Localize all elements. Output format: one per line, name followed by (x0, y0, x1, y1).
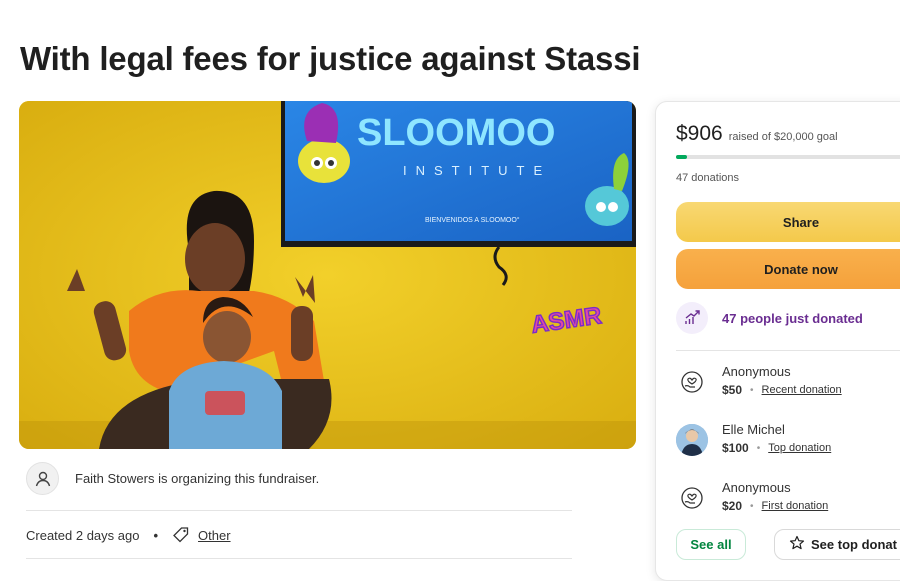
donation-badge-link[interactable]: First donation (762, 500, 829, 512)
donor-separator: • (756, 442, 761, 454)
tag-icon (172, 526, 190, 544)
donor-amount: $50 (722, 383, 743, 397)
donation-badge-link[interactable]: Recent donation (762, 384, 842, 396)
donor-item: Anonymous $50 • Recent donation (676, 364, 842, 398)
divider (676, 350, 900, 351)
see-top-donations-button[interactable]: See top donat (774, 529, 900, 560)
see-all-button[interactable]: See all (676, 529, 746, 560)
donor-avatar (676, 424, 708, 456)
organizer-row[interactable]: Faith Stowers is organizing this fundrai… (26, 462, 319, 495)
meta-separator: • (153, 527, 159, 543)
donor-amount: $100 (722, 441, 749, 455)
donor-name: Anonymous (722, 364, 791, 379)
hero-screen-brand: SLOOMOO (357, 112, 555, 154)
star-icon (789, 535, 805, 554)
progress-bar (676, 155, 900, 159)
donation-card: $906 raised of $20,000 goal 47 donations… (655, 101, 900, 581)
donor-item: Elle Michel $100 • Top donation (676, 422, 831, 456)
organizer-text: Faith Stowers is organizing this fundrai… (75, 471, 320, 486)
donor-separator: • (750, 500, 754, 512)
heart-hand-icon (676, 482, 708, 514)
trending-up-icon (676, 302, 708, 334)
share-button[interactable]: Share (676, 202, 900, 242)
created-date: Created 2 days ago (26, 527, 140, 543)
divider (26, 510, 572, 511)
donation-badge-link[interactable]: Top donation (768, 442, 831, 454)
page-title: With legal fees for justice against Stas… (20, 40, 641, 77)
raised-amount: $906 (676, 122, 723, 145)
recent-donors-activity: 47 people just donated (676, 302, 863, 334)
raised-row: $906 raised of $20,000 goal (676, 122, 838, 146)
donor-name: Elle Michel (722, 422, 785, 437)
raised-goal-text: raised of $20,000 goal (728, 131, 838, 143)
donation-count: 47 donations (676, 172, 739, 184)
hero-screen-welcome: BIENVENIDOS A SLOOMOO° (425, 216, 520, 224)
divider (26, 558, 572, 559)
see-top-label: See top donat (811, 537, 897, 552)
donor-name: Anonymous (722, 480, 791, 495)
donor-amount: $20 (722, 499, 743, 513)
donor-separator: • (750, 384, 754, 396)
donate-now-button[interactable]: Donate now (676, 249, 900, 289)
category-link[interactable]: Other (198, 528, 231, 543)
donor-item: Anonymous $20 • First donation (676, 480, 828, 514)
progress-fill (676, 155, 687, 159)
trend-text: 47 people just donated (722, 310, 863, 326)
fundraiser-meta: Created 2 days ago • Other (26, 526, 231, 544)
fundraiser-hero-image[interactable]: SLOOMOO INSTITUTE BIENVENIDOS A SLOOMOO°… (19, 101, 636, 449)
hero-screen-subtitle: INSTITUTE (403, 163, 551, 178)
heart-hand-icon (676, 366, 708, 398)
person-icon (26, 462, 59, 495)
